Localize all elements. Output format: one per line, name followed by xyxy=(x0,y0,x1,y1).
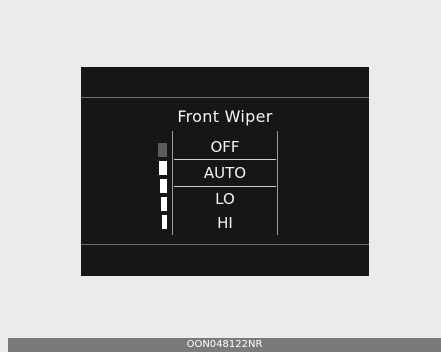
image-code-caption: OON048122NR xyxy=(8,338,441,352)
level-segment-2 xyxy=(159,161,167,175)
top-divider xyxy=(81,97,369,98)
menu-right-rule xyxy=(277,131,278,235)
screen-title: Front Wiper xyxy=(177,107,273,126)
menu-item-lo[interactable]: LO xyxy=(174,187,276,211)
cluster-display: Front Wiper OFF AUTO LO HI xyxy=(81,67,369,276)
menu-left-rule xyxy=(172,131,173,235)
menu-item-off[interactable]: OFF xyxy=(174,135,276,159)
menu-item-hi[interactable]: HI xyxy=(174,211,276,235)
level-segment-5 xyxy=(162,215,167,229)
bottom-divider xyxy=(81,244,369,245)
level-segment-4 xyxy=(161,197,167,211)
level-segment-3 xyxy=(160,179,167,193)
level-segment-1 xyxy=(158,143,167,157)
menu-item-auto[interactable]: AUTO xyxy=(174,159,276,187)
wiper-mode-menu: OFF AUTO LO HI xyxy=(174,135,276,235)
sensitivity-level-indicator xyxy=(155,143,167,231)
